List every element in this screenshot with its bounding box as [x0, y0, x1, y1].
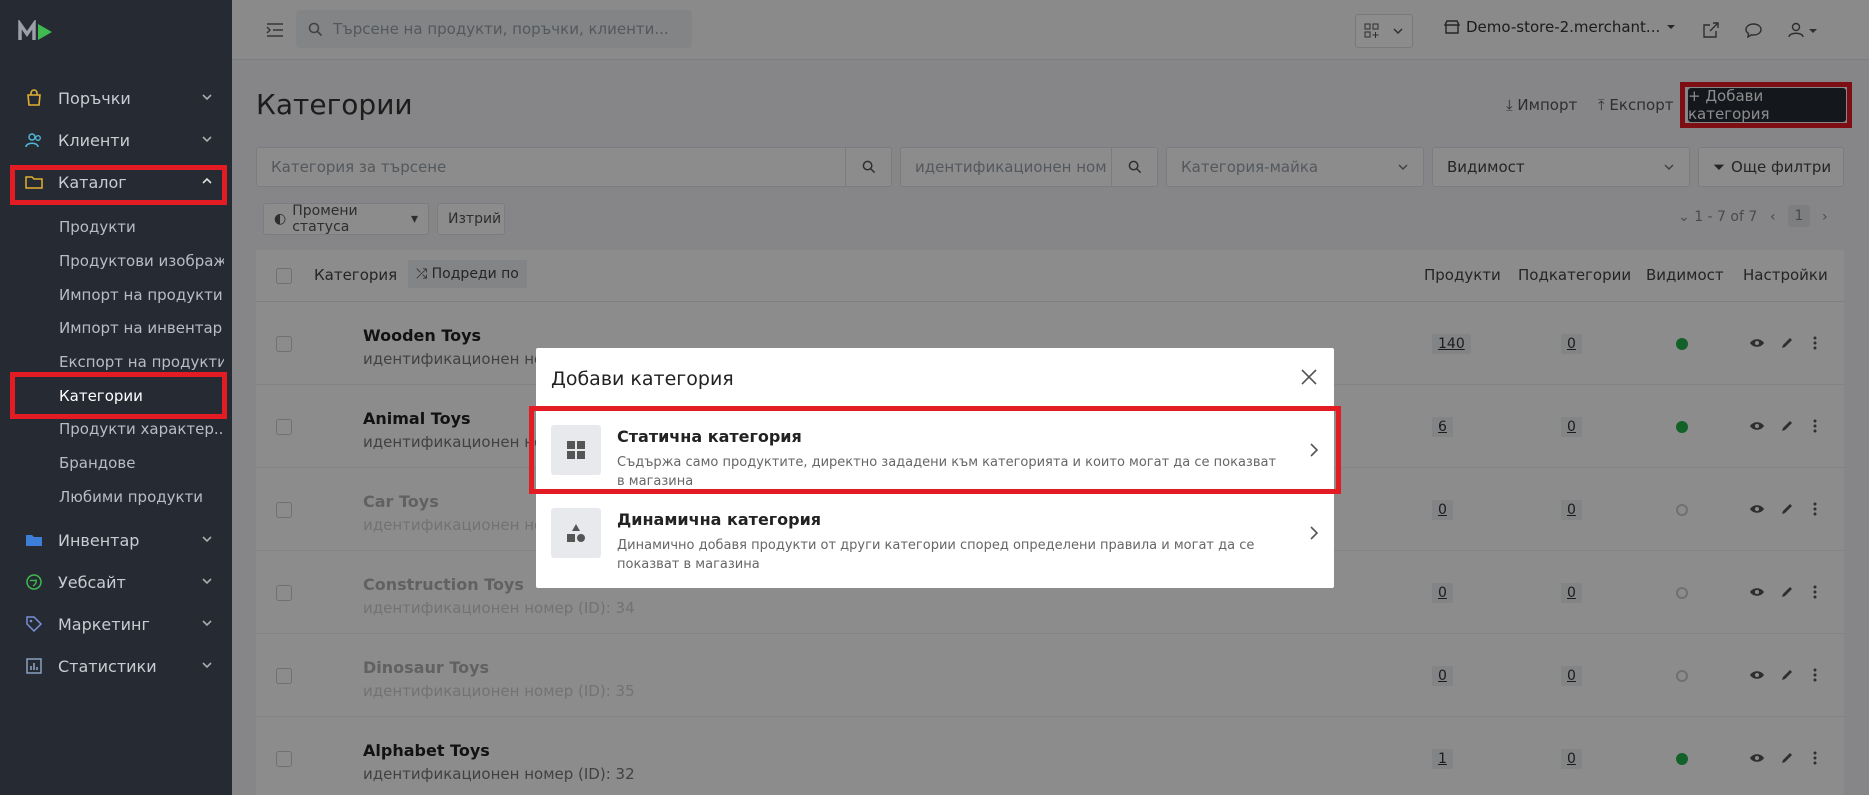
sidebar-sub-brands[interactable]: Брандове: [59, 448, 224, 478]
chevron-down-icon: [202, 94, 212, 101]
sidebar-item-label: Инвентар: [58, 530, 140, 550]
sidebar-item-label: Клиенти: [58, 130, 131, 150]
tag-icon: [24, 614, 44, 634]
highlight-catalog: [10, 165, 227, 205]
sidebar: Поръчки Клиенти Каталог Продукти Продукт…: [0, 0, 232, 795]
highlight-static-category: [529, 406, 1341, 494]
chevron-down-icon: [202, 136, 212, 143]
chevron-down-icon: [202, 578, 212, 585]
bag-icon: [24, 88, 44, 108]
sidebar-sub-product-images[interactable]: Продуктови изображ...: [59, 246, 224, 276]
logo: [18, 20, 52, 40]
dynamic-category-title: Динамична категория: [617, 510, 822, 529]
sidebar-sub-product-features[interactable]: Продукти характер...: [59, 414, 224, 444]
sidebar-item-label: Поръчки: [58, 88, 131, 108]
sidebar-sub-import-inventory[interactable]: Импорт на инвентар: [59, 313, 224, 343]
shapes-icon: [551, 508, 601, 558]
dynamic-category-option[interactable]: Динамична категория Динамично добавя про…: [551, 508, 1321, 572]
folder-icon: [24, 530, 44, 550]
highlight-categories: [10, 372, 227, 419]
globe-icon: [24, 572, 44, 592]
chevron-down-icon: [202, 620, 212, 627]
sidebar-item-marketing[interactable]: Маркетинг: [0, 603, 232, 645]
sidebar-sub-favorite-products[interactable]: Любими продукти: [59, 482, 224, 512]
users-icon: [24, 130, 44, 150]
chart-icon: [24, 656, 44, 676]
chevron-right-icon: [1310, 526, 1319, 540]
sidebar-item-inventory[interactable]: Инвентар: [0, 519, 232, 561]
chevron-down-icon: [202, 662, 212, 669]
sidebar-item-label: Статистики: [58, 656, 157, 676]
sidebar-item-label: Маркетинг: [58, 614, 150, 634]
sidebar-item-orders[interactable]: Поръчки: [0, 77, 232, 119]
sidebar-sub-import-products[interactable]: Импорт на продукти: [59, 280, 224, 310]
modal-title: Добави категория: [551, 368, 734, 390]
sidebar-item-statistics[interactable]: Статистики: [0, 645, 232, 687]
sidebar-sub-products[interactable]: Продукти: [59, 212, 224, 242]
sidebar-item-customers[interactable]: Клиенти: [0, 119, 232, 161]
chevron-down-icon: [202, 536, 212, 543]
add-category-modal: Добави категория Статична категория Съдъ…: [529, 348, 1341, 588]
dynamic-category-desc: Динамично добавя продукти от други катег…: [617, 538, 1255, 572]
sidebar-item-website[interactable]: Уебсайт: [0, 561, 232, 603]
close-icon[interactable]: [1298, 366, 1320, 388]
sidebar-item-label: Уебсайт: [58, 572, 126, 592]
